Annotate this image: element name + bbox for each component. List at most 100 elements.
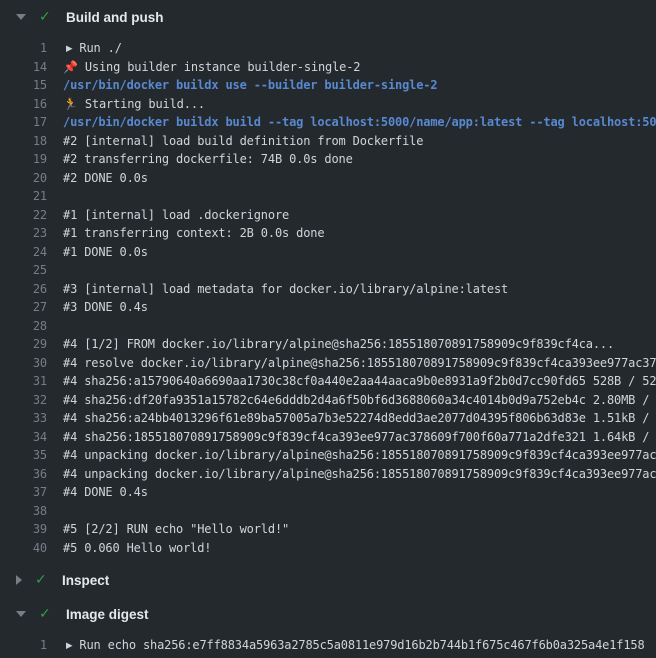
line-number[interactable]: 28 bbox=[0, 319, 47, 333]
line-number[interactable]: 30 bbox=[0, 356, 47, 370]
log-line[interactable]: 29 #4 [1/2] FROM docker.io/library/alpine… bbox=[0, 335, 656, 354]
log-line[interactable]: 14 📌 Using builder instance builder-singl… bbox=[0, 58, 656, 77]
line-text: #2 [internal] load build definition from… bbox=[63, 134, 423, 148]
expand-arrow-icon[interactable]: ▶ bbox=[66, 44, 72, 54]
log-line[interactable]: 24 #1 DONE 0.0s bbox=[0, 243, 656, 262]
section-header-inspect[interactable]: ✓Inspect bbox=[0, 563, 656, 597]
log-line[interactable]: 34 #4 sha256:185518070891758909c9f839cf4c… bbox=[0, 428, 656, 447]
line-content: #4 unpacking docker.io/library/alpine@sh… bbox=[63, 448, 656, 462]
line-number[interactable]: 1 bbox=[0, 41, 47, 55]
log-line[interactable]: 38 bbox=[0, 502, 656, 521]
log-line[interactable]: 26 #3 [internal] load metadata for docker… bbox=[0, 280, 656, 299]
line-number[interactable]: 22 bbox=[0, 208, 47, 222]
actions-log-viewer: ✓Build and push 1 ▶ Run ./ 14 📌 Using builder… bbox=[0, 0, 656, 658]
chevron-down-icon[interactable] bbox=[16, 611, 26, 617]
line-number[interactable]: 18 bbox=[0, 134, 47, 148]
line-number[interactable]: 16 bbox=[0, 97, 47, 111]
log-line[interactable]: 40 #5 0.060 Hello world! bbox=[0, 539, 656, 558]
line-number[interactable]: 40 bbox=[0, 541, 47, 555]
line-number[interactable]: 34 bbox=[0, 430, 47, 444]
log-line[interactable]: 18 #2 [internal] load build definition fr… bbox=[0, 132, 656, 151]
log-line[interactable]: 21 bbox=[0, 187, 656, 206]
line-text: #2 DONE 0.0s bbox=[63, 171, 148, 185]
line-text: #3 [internal] load metadata for docker.i… bbox=[63, 282, 508, 296]
line-content: #3 DONE 0.4s bbox=[63, 300, 656, 314]
log-line[interactable]: 35 #4 unpacking docker.io/library/alpine@… bbox=[0, 446, 656, 465]
line-text: #1 transferring context: 2B 0.0s done bbox=[63, 226, 324, 240]
line-number[interactable]: 25 bbox=[0, 263, 47, 277]
log-line[interactable]: 25 bbox=[0, 261, 656, 280]
log-line[interactable]: 39#5 [2/2] RUN echo "Hello world!" bbox=[0, 520, 656, 539]
line-number[interactable]: 39 bbox=[0, 522, 47, 536]
line-content: #5 0.060 Hello world! bbox=[63, 541, 656, 555]
line-number[interactable]: 20 bbox=[0, 171, 47, 185]
line-text: #4 sha256:a15790640a6690aa1730c38cf0a440… bbox=[63, 374, 656, 388]
line-number[interactable]: 37 bbox=[0, 485, 47, 499]
log-line[interactable]: 20 #2 DONE 0.0s bbox=[0, 169, 656, 188]
line-number[interactable]: 24 bbox=[0, 245, 47, 259]
line-text: /usr/bin/docker buildx build --tag local… bbox=[63, 115, 656, 129]
line-text: /usr/bin/docker buildx use --builder bui… bbox=[63, 78, 437, 92]
line-content: #4 unpacking docker.io/library/alpine@sh… bbox=[63, 467, 656, 481]
line-number[interactable]: 19 bbox=[0, 152, 47, 166]
line-content: #2 transferring dockerfile: 74B 0.0s don… bbox=[63, 152, 656, 166]
log-line[interactable]: 19 #2 transferring dockerfile: 74B 0.0s d… bbox=[0, 150, 656, 169]
line-text: #4 sha256:a24bb4013296f61e89ba57005a7b3e… bbox=[63, 411, 656, 425]
log-line[interactable]: 33 #4 sha256:a24bb4013296f61e89ba57005a7b… bbox=[0, 409, 656, 428]
line-number[interactable]: 17 bbox=[0, 115, 47, 129]
log-line[interactable]: 36 #4 unpacking docker.io/library/alpine@… bbox=[0, 465, 656, 484]
line-content: /usr/bin/docker buildx build --tag local… bbox=[63, 115, 656, 129]
log-line[interactable]: 37 #4 DONE 0.4s bbox=[0, 483, 656, 502]
log-line[interactable]: 1 ▶ Run ./ bbox=[0, 39, 656, 58]
line-content: #4 resolve docker.io/library/alpine@sha2… bbox=[63, 356, 656, 370]
line-number[interactable]: 27 bbox=[0, 300, 47, 314]
line-number[interactable]: 32 bbox=[0, 393, 47, 407]
line-content: 📌 Using builder instance builder-single-… bbox=[63, 60, 656, 74]
line-content: #4 sha256:a15790640a6690aa1730c38cf0a440… bbox=[63, 374, 656, 388]
line-number[interactable]: 21 bbox=[0, 189, 47, 203]
line-number[interactable]: 23 bbox=[0, 226, 47, 240]
log-section-build-and-push: ✓Build and push 1 ▶ Run ./ 14 📌 Using builder… bbox=[0, 0, 656, 563]
log-line[interactable]: 4sha256:e7ff8834a5963a2785c5a0811e979d16… bbox=[0, 655, 656, 658]
check-icon: ✓ bbox=[35, 573, 50, 587]
line-content: ▶ Run ./ bbox=[63, 41, 656, 55]
log-line[interactable]: 23 #1 transferring context: 2B 0.0s done bbox=[0, 224, 656, 243]
log-line[interactable]: 27 #3 DONE 0.4s bbox=[0, 298, 656, 317]
log-line[interactable]: 31 #4 sha256:a15790640a6690aa1730c38cf0a4… bbox=[0, 372, 656, 391]
line-text: Run ./ bbox=[79, 41, 121, 55]
line-text: #4 sha256:df20fa9351a15782c64e6dddb2d4a6… bbox=[63, 393, 656, 407]
chevron-right-icon[interactable] bbox=[16, 575, 22, 585]
expand-arrow-icon[interactable]: ▶ bbox=[66, 641, 72, 651]
line-number[interactable]: 26 bbox=[0, 282, 47, 296]
line-content: #4 sha256:185518070891758909c9f839cf4ca3… bbox=[63, 430, 656, 444]
line-number[interactable]: 38 bbox=[0, 504, 47, 518]
line-content: 🏃 Starting build... bbox=[63, 97, 656, 111]
line-number[interactable]: 1 bbox=[0, 638, 47, 652]
log-line[interactable]: 32 #4 sha256:df20fa9351a15782c64e6dddb2d4… bbox=[0, 391, 656, 410]
line-text: #4 DONE 0.4s bbox=[63, 485, 148, 499]
log-line[interactable]: 15/usr/bin/docker buildx use --builder b… bbox=[0, 76, 656, 95]
line-text: #1 DONE 0.0s bbox=[63, 245, 148, 259]
line-content: #1 DONE 0.0s bbox=[63, 245, 656, 259]
log-line[interactable]: 30 #4 resolve docker.io/library/alpine@sh… bbox=[0, 354, 656, 373]
line-content: #1 transferring context: 2B 0.0s done bbox=[63, 226, 656, 240]
line-number[interactable]: 31 bbox=[0, 374, 47, 388]
check-icon: ✓ bbox=[39, 10, 54, 24]
log-line[interactable]: 22#1 [internal] load .dockerignore bbox=[0, 206, 656, 225]
section-header-image-digest[interactable]: ✓Image digest bbox=[0, 597, 656, 631]
line-number[interactable]: 14 bbox=[0, 60, 47, 74]
line-number[interactable]: 36 bbox=[0, 467, 47, 481]
log-line[interactable]: 28 bbox=[0, 317, 656, 336]
log-line[interactable]: 16 🏃 Starting build... bbox=[0, 95, 656, 114]
section-header-build-and-push[interactable]: ✓Build and push bbox=[0, 0, 656, 34]
chevron-down-icon[interactable] bbox=[16, 14, 26, 20]
line-number[interactable]: 29 bbox=[0, 337, 47, 351]
log-section-inspect: ✓Inspect bbox=[0, 563, 656, 597]
line-number[interactable]: 35 bbox=[0, 448, 47, 462]
line-number[interactable]: 15 bbox=[0, 78, 47, 92]
line-text: 🏃 Starting build... bbox=[63, 97, 205, 111]
line-text: #4 [1/2] FROM docker.io/library/alpine@s… bbox=[63, 337, 614, 351]
log-line[interactable]: 1▶Run echo sha256:e7ff8834a5963a2785c5a0… bbox=[0, 636, 656, 655]
log-line[interactable]: 17/usr/bin/docker buildx build --tag loc… bbox=[0, 113, 656, 132]
line-number[interactable]: 33 bbox=[0, 411, 47, 425]
